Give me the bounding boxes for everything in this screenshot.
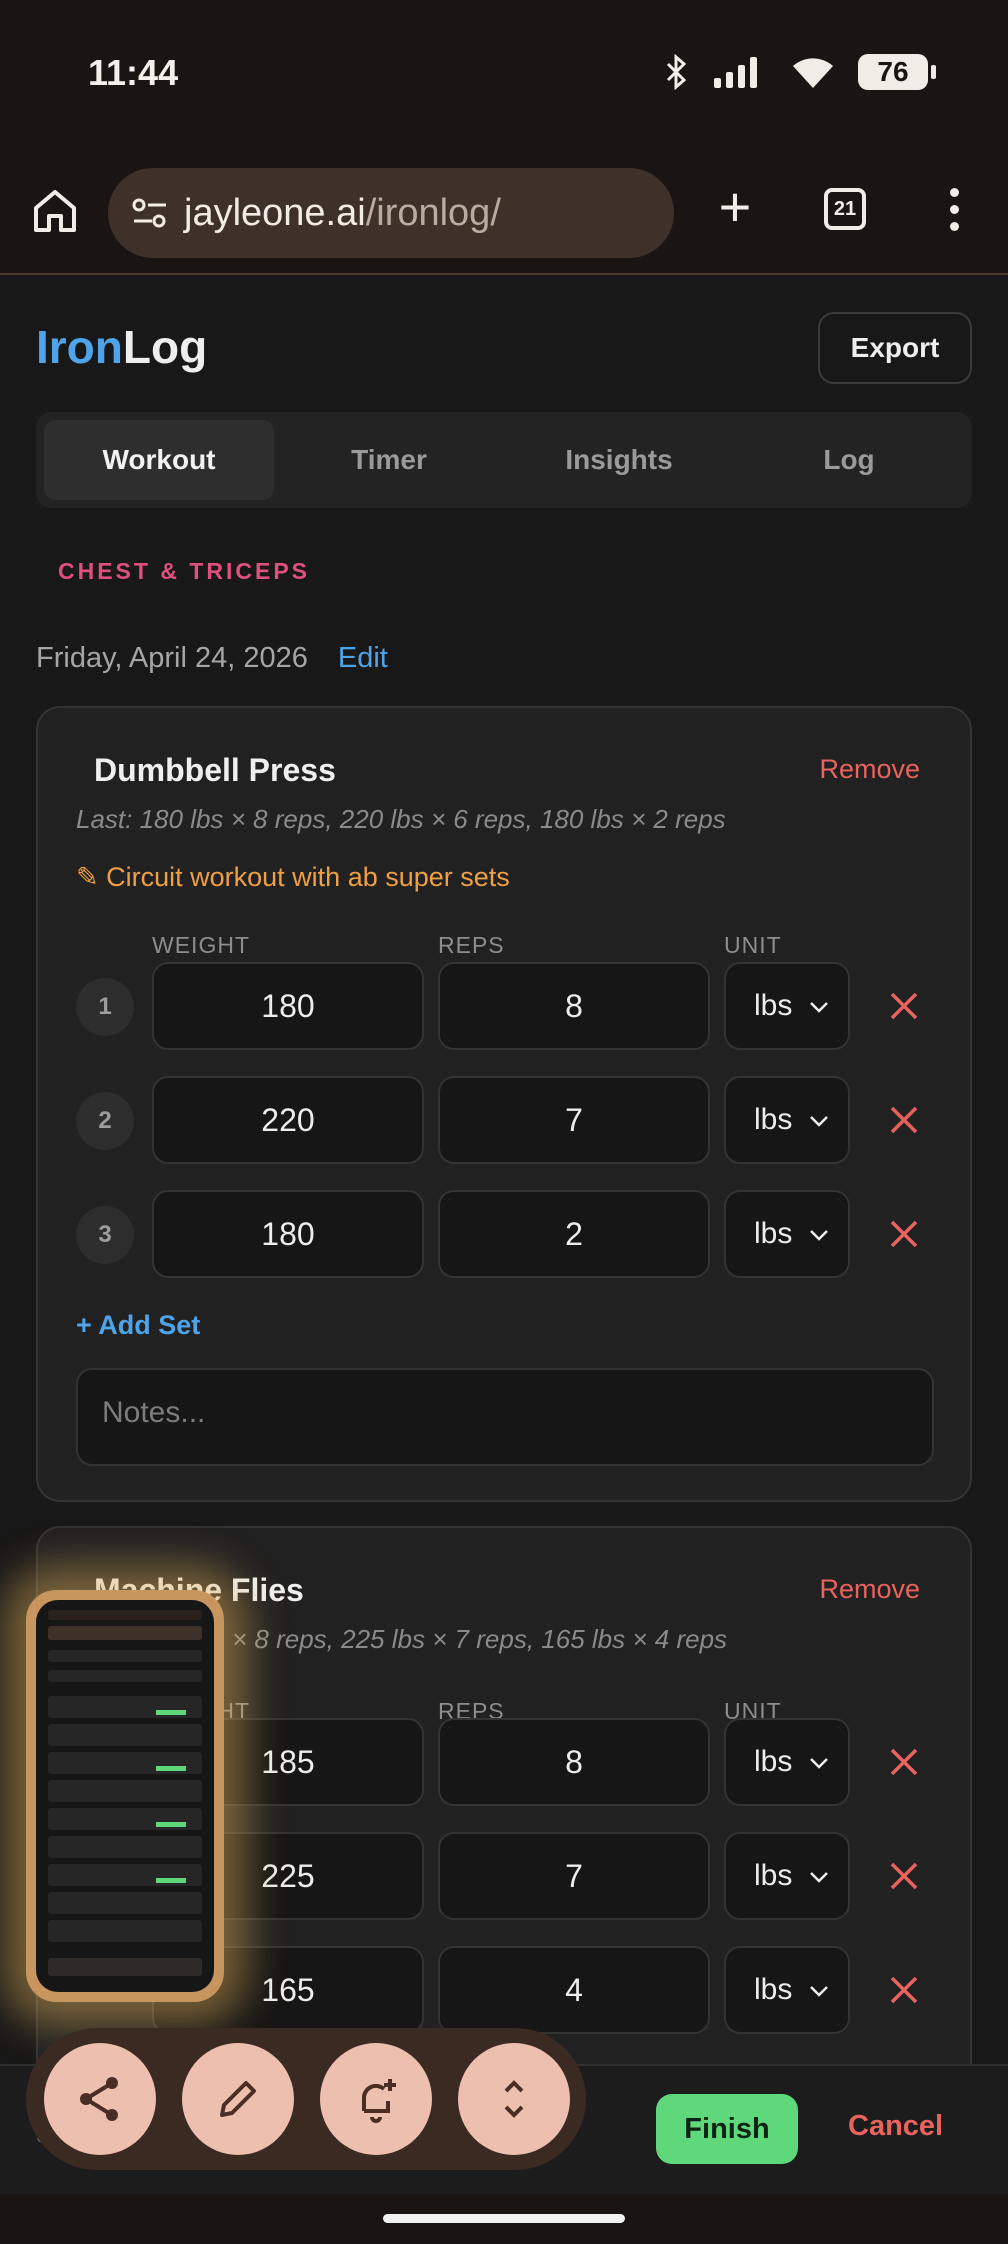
- workout-date: Friday, April 24, 2026: [36, 642, 308, 674]
- close-icon[interactable]: [884, 1100, 924, 1140]
- unit-value: lbs: [754, 1859, 793, 1892]
- export-button[interactable]: Export: [818, 312, 972, 384]
- unit-column-label: UNIT: [724, 932, 782, 958]
- set-number: 3: [76, 1206, 134, 1264]
- unit-value: lbs: [754, 989, 793, 1022]
- bluetooth-icon: [666, 54, 687, 90]
- logo-iron: Iron: [36, 321, 123, 373]
- add-alert-icon: [362, 2079, 396, 2123]
- workout-date-line: Friday, April 24, 2026 Edit: [36, 642, 388, 675]
- url-host: jayleone.ai: [184, 191, 366, 234]
- chevron-down-icon: [810, 1872, 828, 1883]
- wifi-icon: [793, 58, 833, 88]
- cancel-button[interactable]: Cancel: [848, 2110, 943, 2143]
- app-logo: IronLog: [36, 320, 207, 374]
- exercise-note: ✎ Circuit workout with ab super sets: [76, 862, 510, 892]
- edit-screenshot-button[interactable]: [182, 2043, 294, 2155]
- set-number: 2: [76, 1092, 134, 1150]
- unit-select[interactable]: lbs: [724, 1946, 850, 2034]
- close-icon[interactable]: [884, 1970, 924, 2010]
- share-button[interactable]: [44, 2043, 156, 2155]
- workout-title: CHEST & TRICEPS: [58, 558, 311, 584]
- browser-toolbar: jayleone.ai/ironlog/ + 21: [0, 150, 1008, 275]
- reps-input[interactable]: 7: [438, 1076, 710, 1164]
- reps-column-label: REPS: [438, 932, 505, 958]
- screenshot-preview-content: [36, 1600, 214, 1992]
- address-bar[interactable]: jayleone.ai/ironlog/: [108, 168, 674, 258]
- reps-input[interactable]: 7: [438, 1832, 710, 1920]
- weight-input[interactable]: 180: [152, 1190, 424, 1278]
- unit-value: lbs: [754, 1217, 793, 1250]
- status-icons: 76: [664, 54, 936, 90]
- unit-select[interactable]: lbs: [724, 1718, 850, 1806]
- tab-log[interactable]: Log: [734, 420, 964, 500]
- chevron-down-icon: [810, 1986, 828, 1997]
- expand-collapse-icon: [504, 2080, 524, 2118]
- unit-select[interactable]: lbs: [724, 962, 850, 1050]
- chevron-down-icon: [810, 1758, 828, 1769]
- tab-timer[interactable]: Timer: [274, 420, 504, 500]
- unit-value: lbs: [754, 1103, 793, 1136]
- tab-insights[interactable]: Insights: [504, 420, 734, 500]
- battery-indicator: 76: [858, 54, 936, 90]
- last-performance: Last: 180 lbs × 8 reps, 220 lbs × 6 reps…: [76, 804, 726, 834]
- close-icon[interactable]: [884, 986, 924, 1026]
- main-tabs: Workout Timer Insights Log: [36, 412, 972, 508]
- edit-date-link[interactable]: Edit: [338, 642, 388, 674]
- reps-input[interactable]: 2: [438, 1190, 710, 1278]
- pencil-icon: [220, 2081, 256, 2117]
- system-nav-bar: [0, 2194, 1008, 2244]
- chevron-down-icon: [810, 1002, 828, 1013]
- share-icon: [80, 2077, 118, 2121]
- notes-textarea[interactable]: Notes...: [76, 1368, 934, 1466]
- expand-capture-button[interactable]: [458, 2043, 570, 2155]
- home-icon[interactable]: [30, 186, 80, 236]
- reps-input[interactable]: 8: [438, 962, 710, 1050]
- unit-select[interactable]: lbs: [724, 1076, 850, 1164]
- logo-log: Log: [122, 321, 208, 373]
- status-bar: 11:44 76: [0, 0, 1008, 150]
- signal-icon: [714, 57, 757, 88]
- add-reminder-button[interactable]: [320, 2043, 432, 2155]
- remove-exercise-link[interactable]: Remove: [819, 754, 920, 785]
- chevron-down-icon: [810, 1116, 828, 1127]
- url-path: /ironlog/: [365, 191, 501, 234]
- exercise-name: Dumbbell Press: [94, 752, 336, 788]
- home-gesture-handle[interactable]: [383, 2214, 625, 2223]
- unit-select[interactable]: lbs: [724, 1832, 850, 1920]
- status-time: 11:44: [88, 52, 179, 93]
- more-vert-icon[interactable]: [944, 188, 964, 238]
- close-icon[interactable]: [884, 1214, 924, 1254]
- weight-input[interactable]: 180: [152, 962, 424, 1050]
- exercise-card: Dumbbell Press Remove Last: 180 lbs × 8 …: [36, 706, 972, 1502]
- remove-exercise-link[interactable]: Remove: [819, 1574, 920, 1605]
- weight-column-label: WEIGHT: [152, 932, 250, 958]
- weight-input[interactable]: 220: [152, 1076, 424, 1164]
- set-number: 1: [76, 978, 134, 1036]
- unit-value: lbs: [754, 1973, 793, 2006]
- chevron-down-icon: [810, 1230, 828, 1241]
- reps-input[interactable]: 4: [438, 1946, 710, 2034]
- screenshot-tools-panel: [26, 2028, 586, 2170]
- screenshot-preview-thumbnail[interactable]: [26, 1590, 224, 2002]
- reps-input[interactable]: 8: [438, 1718, 710, 1806]
- close-icon[interactable]: [884, 1856, 924, 1896]
- site-settings-icon[interactable]: [130, 195, 170, 231]
- last-performance: × 8 reps, 225 lbs × 7 reps, 165 lbs × 4 …: [232, 1624, 728, 1654]
- plus-icon[interactable]: +: [710, 179, 760, 235]
- unit-value: lbs: [754, 1745, 793, 1778]
- add-set-button[interactable]: + Add Set: [76, 1310, 200, 1341]
- unit-select[interactable]: lbs: [724, 1190, 850, 1278]
- finish-button[interactable]: Finish: [656, 2094, 798, 2164]
- tab-workout[interactable]: Workout: [44, 420, 274, 500]
- tab-switcher-icon[interactable]: 21: [824, 188, 866, 230]
- close-icon[interactable]: [884, 1742, 924, 1782]
